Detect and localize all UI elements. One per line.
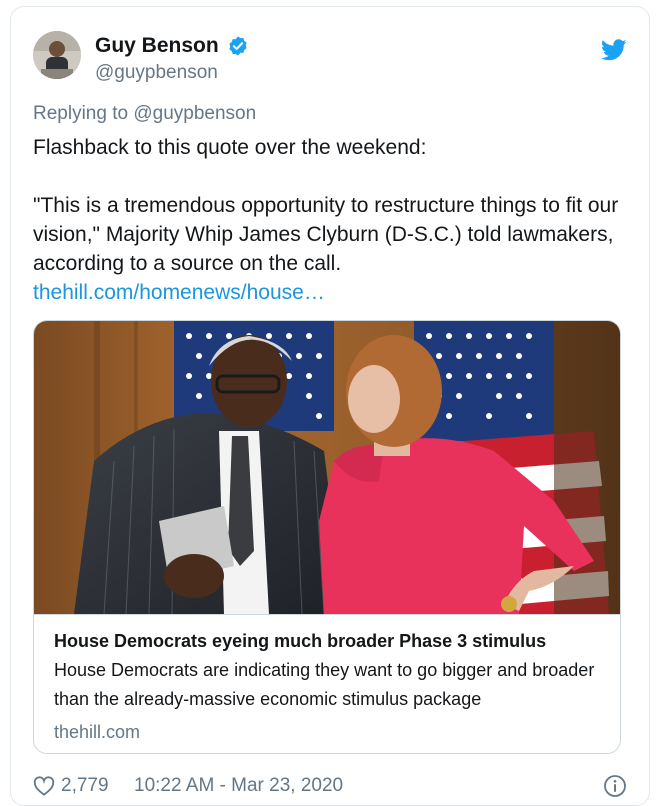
tweet-link[interactable]: thehill.com/homenews/house… — [33, 278, 633, 307]
tweet-text: Flashback to this quote over the weekend… — [33, 133, 633, 307]
twitter-bird-icon[interactable] — [600, 39, 627, 61]
link-card[interactable]: House Democrats eyeing much broader Phas… — [33, 320, 621, 754]
like-count[interactable]: 2,779 — [61, 775, 109, 797]
tweet-footer: 2,779 10:22 AM - Mar 23, 2020 — [33, 773, 627, 801]
handle[interactable]: @guypbenson — [95, 62, 249, 84]
card-title[interactable]: House Democrats eyeing much broader Phas… — [54, 629, 602, 653]
card-body: House Democrats eyeing much broader Phas… — [34, 614, 620, 746]
info-icon[interactable] — [603, 774, 627, 798]
tweet-card: Guy Benson @guypbenson Replying to @guyp… — [10, 6, 650, 806]
verified-badge-icon — [227, 35, 249, 57]
author-names: Guy Benson @guypbenson — [95, 34, 249, 84]
card-domain: thehill.com — [54, 722, 141, 742]
card-image — [34, 321, 620, 614]
heart-icon[interactable] — [33, 776, 55, 796]
tweet-text-quote: "This is a tremendous opportunity to res… — [33, 194, 619, 275]
reply-context: Replying to @guypbenson — [33, 103, 256, 125]
reply-prefix: Replying to — [33, 103, 134, 124]
card-description: House Democrats are indicating they want… — [54, 660, 595, 709]
timestamp[interactable]: 10:22 AM - Mar 23, 2020 — [134, 775, 343, 797]
tweet-header: Guy Benson @guypbenson — [33, 31, 627, 91]
avatar[interactable] — [33, 31, 81, 79]
reply-to-link[interactable]: @guypbenson — [133, 103, 256, 124]
tweet-text-line1: Flashback to this quote over the weekend… — [33, 136, 427, 159]
display-name[interactable]: Guy Benson — [95, 34, 219, 58]
